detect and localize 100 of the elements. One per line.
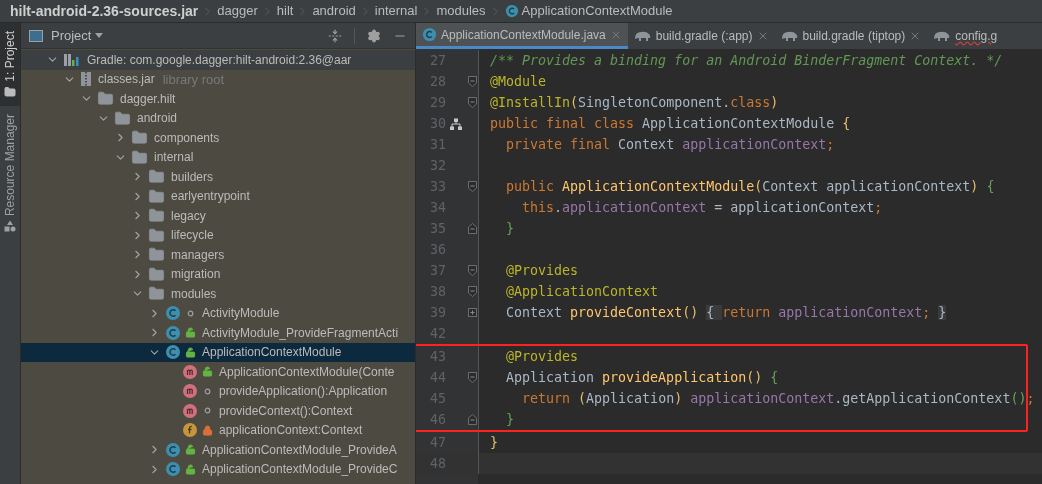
fold-icon[interactable] xyxy=(467,286,477,297)
folder-icon xyxy=(131,129,148,147)
code-line: @InstallIn(SingletonComponent.class) xyxy=(489,93,779,112)
code-line: /** Provides a binding for an Android BinderFragment Context. */ xyxy=(489,51,1003,70)
tree-item-label: applicationContext:Context xyxy=(219,422,363,440)
fold-icon[interactable] xyxy=(467,265,477,276)
class-icon xyxy=(504,4,519,18)
fold-icon[interactable] xyxy=(467,76,477,87)
class-icon xyxy=(165,305,181,322)
tree-item-label: Gradle: com.google.dagger:hilt-android:2.36@aar xyxy=(87,51,352,69)
folder-icon xyxy=(148,187,165,205)
tree-row[interactable]: provideApplication():Application xyxy=(21,381,415,401)
code-line: } xyxy=(505,219,515,238)
tree-row[interactable]: builders xyxy=(21,167,415,187)
tree-item-label: ApplicationContextModule_ProvideC xyxy=(202,461,398,479)
code-line: @Provides xyxy=(505,347,579,366)
panel-title[interactable]: Project xyxy=(51,25,92,46)
folder-icon xyxy=(131,148,148,166)
fold-icon[interactable] xyxy=(467,372,477,383)
tree-row[interactable]: ApplicationContextModule xyxy=(21,342,415,362)
tree-item-label: modules xyxy=(171,285,217,303)
method-icon xyxy=(182,383,198,400)
tree-item-label: dagger.hilt xyxy=(120,90,176,108)
open-lock-icon xyxy=(185,463,196,475)
tree-row[interactable]: managers xyxy=(21,245,415,265)
breadcrumb-item[interactable]: android xyxy=(312,1,356,21)
editor-tab[interactable]: build.gradle (tiptop) xyxy=(774,23,928,49)
caret-icon[interactable] xyxy=(95,33,104,38)
folder-icon xyxy=(148,285,165,303)
tree-item-label: provideContext():Context xyxy=(219,402,353,420)
tree-item-label: android xyxy=(137,110,178,128)
tree-row[interactable]: android xyxy=(21,108,415,128)
tree-item-label: internal xyxy=(154,149,194,167)
code-line: public final class ApplicationContextModule { xyxy=(489,114,851,133)
tree-row[interactable]: provideContext():Context xyxy=(21,401,415,421)
breadcrumb-item[interactable]: internal xyxy=(374,1,418,21)
tree-item-label: legacy xyxy=(171,207,206,225)
code-line: } xyxy=(489,433,498,452)
tree-item-label: ActivityModule_ProvideFragmentActi xyxy=(202,324,399,342)
tree-item-label: managers xyxy=(171,246,225,264)
code-line: private final Context applicationContext; xyxy=(505,135,835,154)
breadcrumb-item[interactable]: modules xyxy=(436,1,486,21)
tree-row[interactable]: applicationContext:Context xyxy=(21,420,415,440)
breadcrumb-item[interactable]: hilt xyxy=(276,1,294,21)
code-line: @Module xyxy=(489,72,547,91)
tree-row[interactable]: internal xyxy=(21,147,415,167)
tree-item-label: builders xyxy=(171,168,214,186)
tree-row[interactable]: earlyentrypoint xyxy=(21,186,415,206)
tree-row[interactable]: migration xyxy=(21,264,415,284)
fold-icon[interactable] xyxy=(467,97,477,108)
code-line: return (Application) applicationContext.getApplicationContext(); xyxy=(521,389,1035,408)
editor-tab[interactable]: build.gradle (:app) xyxy=(627,23,775,49)
breadcrumb-item[interactable]: dagger xyxy=(217,1,258,21)
tool-window-tab[interactable]: 1: Project xyxy=(0,23,20,106)
window-icon xyxy=(29,29,43,42)
code-line: this.applicationContext = applicationContext; xyxy=(521,198,883,217)
field-icon xyxy=(182,422,198,439)
library-icon xyxy=(63,51,81,68)
tree-item-label: lifecycle xyxy=(171,227,214,245)
hierarchy-icon[interactable] xyxy=(450,117,462,130)
elephant-icon xyxy=(933,30,952,42)
code-line: Application provideApplication() { xyxy=(505,368,779,387)
tree-item-label: classes.jar xyxy=(98,71,155,89)
editor-tab[interactable]: ApplicationContextModule.java xyxy=(416,23,628,49)
fold-icon[interactable] xyxy=(467,414,477,425)
tree-row[interactable]: modules xyxy=(21,284,415,304)
folder-icon xyxy=(4,85,16,98)
fold-icon[interactable] xyxy=(467,181,477,192)
tree-row[interactable]: ApplicationContextModule(Conte xyxy=(21,362,415,382)
code-line: Context provideContext() { return applicationContext; } xyxy=(505,303,947,322)
tree-row[interactable]: dagger.hilt xyxy=(21,89,415,109)
tree-row[interactable]: legacy xyxy=(21,206,415,226)
fold-icon[interactable] xyxy=(467,223,477,234)
folder-icon xyxy=(148,226,165,244)
collapse-icon[interactable] xyxy=(328,28,342,43)
tree-row[interactable]: ActivityModule xyxy=(21,303,415,323)
tree-row[interactable]: ActivityModule_ProvideFragmentActi xyxy=(21,323,415,343)
folder-icon xyxy=(148,246,165,264)
editor-tab[interactable]: config.g xyxy=(927,23,1004,49)
folder-icon xyxy=(114,109,131,127)
tree-item-label: ApplicationContextModule(Conte xyxy=(219,363,395,381)
tree-row[interactable]: ApplicationContextModule_ProvideA xyxy=(21,440,415,460)
code-line: } xyxy=(505,410,515,429)
tree-item-label: migration xyxy=(171,266,221,284)
settings-icon[interactable] xyxy=(367,28,381,43)
breadcrumb-item[interactable]: ApplicationContextModule xyxy=(521,1,673,21)
tree-row[interactable]: lifecycle xyxy=(21,225,415,245)
elephant-icon xyxy=(633,30,652,42)
breadcrumb-item[interactable]: hilt-android-2.36-sources.jar xyxy=(10,0,199,22)
tool-window-tab[interactable]: Resource Manager xyxy=(0,105,20,240)
tree-item-label: provideApplication():Application xyxy=(219,383,388,401)
code-line: @Provides xyxy=(505,261,579,280)
class-icon xyxy=(165,344,181,361)
tree-row[interactable]: Gradle: com.google.dagger:hilt-android:2.36@aar xyxy=(21,50,415,70)
tree-item-label: ApplicationContextModule_ProvideA xyxy=(202,441,397,459)
code-line: @ApplicationContext xyxy=(505,282,659,301)
shapes-icon xyxy=(4,219,16,232)
tree-row[interactable]: ApplicationContextModule_ProvideC xyxy=(21,459,415,479)
expand-icon[interactable] xyxy=(467,308,477,317)
tree-row[interactable]: components xyxy=(21,128,415,148)
